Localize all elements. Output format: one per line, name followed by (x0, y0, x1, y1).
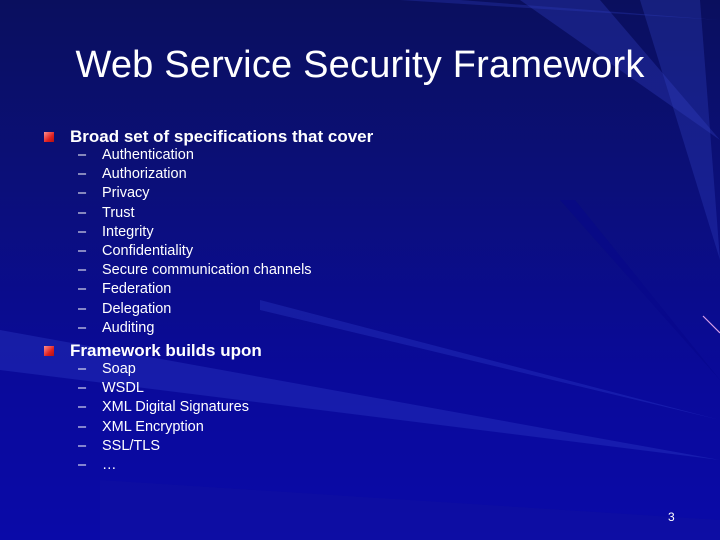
list-item-text: WSDL (102, 380, 144, 397)
list-item-text: Integrity (102, 223, 154, 240)
list-item: – Trust (78, 205, 135, 221)
list-item: – Auditing (78, 320, 154, 336)
dash-bullet: – (78, 204, 87, 221)
list-item-text: SSL/TLS (102, 437, 161, 454)
list-item-text: Secure communication channels (102, 262, 312, 279)
slide-title: Web Service Security Framework (75, 44, 645, 86)
list-item: – XML Digital Signatures (78, 399, 249, 415)
list-item-text: Soap (102, 361, 136, 377)
list-item-text: Auditing (102, 319, 155, 336)
dash-bullet: – (78, 147, 87, 163)
red-square-bullet-icon (44, 346, 54, 356)
list-item: – WSDL (78, 380, 144, 396)
dash-bullet: – (78, 418, 87, 435)
list-item: – Authorization (78, 166, 187, 182)
dash-bullet: – (78, 262, 87, 279)
list-item-text: Authentication (102, 147, 194, 163)
red-square-bullet-icon (44, 132, 54, 142)
dash-bullet: – (78, 319, 87, 336)
list-item-text: Confidentiality (102, 243, 194, 259)
dash-bullet: – (78, 185, 87, 202)
list-item: –… (78, 457, 117, 473)
dash-bullet: – (78, 243, 87, 259)
list-item: – XML Encryption (78, 419, 204, 435)
dash-bullet: – (78, 399, 87, 416)
list-item: – Federation (78, 281, 171, 297)
section-heading: Framework builds upon (70, 341, 262, 360)
list-item-text: … (102, 457, 117, 473)
dash-bullet: – (78, 281, 87, 298)
list-item-text: Authorization (102, 166, 187, 183)
list-item: – Soap (78, 361, 136, 377)
page-number: 3 (668, 510, 675, 524)
list-item: – Confidentiality (78, 243, 193, 259)
dash-bullet: – (78, 166, 87, 183)
list-item: – Delegation (78, 301, 171, 317)
dash-bullet: – (78, 361, 87, 377)
list-item: – Secure communication channels (78, 262, 312, 278)
list-item: – Privacy (78, 185, 150, 201)
section-heading: Broad set of specifications that cover (70, 127, 374, 146)
list-item-text: XML Digital Signatures (102, 399, 249, 416)
dash-bullet: – (78, 380, 87, 397)
dash-bullet: – (78, 437, 87, 454)
list-item-text: Privacy (102, 185, 150, 202)
dash-bullet: – (78, 223, 87, 240)
list-item: – SSL/TLS (78, 438, 160, 454)
dash-bullet: – (78, 300, 87, 317)
dash-bullet: – (78, 457, 87, 473)
list-item-text: Federation (102, 281, 172, 298)
list-item-text: XML Encryption (102, 418, 204, 435)
list-item-text: Delegation (102, 300, 172, 317)
list-item-text: Trust (102, 204, 135, 221)
list-item: – Integrity (78, 224, 154, 240)
list-item: – Authentication (78, 147, 194, 163)
